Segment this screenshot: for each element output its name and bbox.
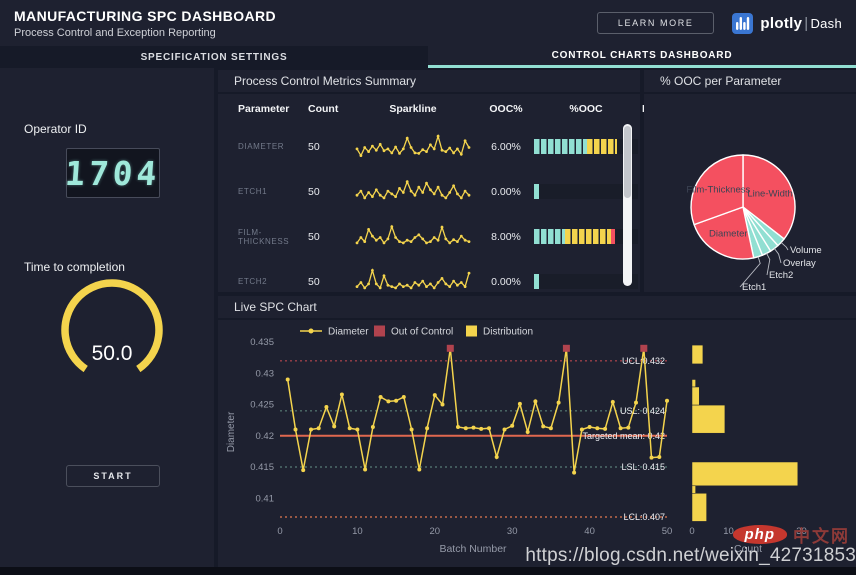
metrics-summary-panel: Process Control Metrics Summary Paramete… (218, 70, 640, 292)
plotly-logo-icon (732, 13, 753, 34)
page-subtitle: Process Control and Exception Reporting (14, 27, 276, 39)
brand-name: plotly|Dash (760, 15, 842, 32)
ooc-pie-panel: % OOC per Parameter Line-Width Volume Over… (644, 70, 856, 292)
count-value: 50 (308, 186, 344, 198)
bar-segment (534, 229, 565, 244)
sparkline-chart (351, 218, 475, 256)
table-header-row: Parameter Count Sparkline OOC% %OOC Pass… (218, 94, 640, 124)
svg-text:0.43: 0.43 (256, 368, 275, 379)
svg-text:Overlay: Overlay (783, 258, 816, 269)
parameter-name: FILM-THICKNESS (238, 228, 308, 246)
bar-segment (611, 229, 615, 244)
learn-more-button[interactable]: LEARN MORE (597, 12, 715, 34)
metrics-table: Parameter Count Sparkline OOC% %OOC Pass… (218, 94, 640, 304)
svg-text:Diameter: Diameter (709, 228, 748, 239)
table-row: DIAMETER 50 6.00% (218, 124, 640, 169)
svg-text:USL: 0.424: USL: 0.424 (620, 406, 665, 416)
table-row: FILM-THICKNESS 50 8.00% (218, 214, 640, 259)
ooc-pct-value: 0.00% (482, 276, 530, 288)
gauge-value: 50.0 (22, 342, 202, 366)
count-value: 50 (308, 276, 344, 288)
bar-segment (534, 139, 587, 154)
operator-id-label: Operator ID (24, 122, 87, 136)
tab-bar: SPECIFICATION SETTINGS CONTROL CHARTS DA… (0, 46, 856, 68)
operator-id-value: 1704 (64, 154, 162, 193)
tab-specification-settings[interactable]: SPECIFICATION SETTINGS (0, 46, 428, 68)
watermark: php 中文网 https://blog.csdn.net/weixin_427… (525, 522, 856, 567)
quick-stats-panel: Operator ID 1704 Time to completion 50.0… (0, 68, 214, 567)
bar-segment (534, 274, 539, 289)
svg-text:0.435: 0.435 (250, 337, 274, 348)
svg-text:30: 30 (507, 526, 518, 537)
svg-text:Diameter: Diameter (328, 327, 369, 338)
svg-text:20: 20 (430, 526, 441, 537)
svg-text:Etch2: Etch2 (769, 270, 793, 281)
count-value: 50 (308, 231, 344, 243)
start-button[interactable]: START (66, 465, 160, 487)
svg-text:0.41: 0.41 (256, 493, 275, 504)
php-logo-icon: php (733, 525, 788, 544)
count-value: 50 (308, 141, 344, 153)
col-ooc-pct: OOC% (482, 103, 530, 115)
svg-text:Distribution: Distribution (483, 327, 533, 338)
ooc-pct-value: 0.00% (482, 186, 530, 198)
svg-text:0.425: 0.425 (250, 400, 274, 411)
progress-gauge (22, 268, 202, 388)
app-banner: MANUFACTURING SPC DASHBOARD Process Cont… (0, 0, 856, 46)
bar-segment (534, 184, 539, 199)
sparkline-chart (351, 263, 475, 301)
watermark-url: https://blog.csdn.net/weixin_42731853 (525, 545, 856, 567)
svg-text:10: 10 (352, 526, 363, 537)
parameter-name: ETCH2 (238, 277, 308, 286)
ooc-pie-chart: Line-Width Volume OverlayEtch2Etch1 Diamete… (644, 94, 856, 292)
tab-control-charts-dashboard[interactable]: CONTROL CHARTS DASHBOARD (428, 46, 856, 68)
svg-text:0.42: 0.42 (256, 431, 275, 442)
col-count: Count (308, 103, 344, 115)
parameter-name: ETCH1 (238, 187, 308, 196)
ooc-pct-value: 8.00% (482, 231, 530, 243)
bottom-strip (0, 567, 856, 575)
svg-text:Batch Number: Batch Number (439, 543, 507, 555)
banner-titles: MANUFACTURING SPC DASHBOARD Process Cont… (14, 8, 276, 39)
sparkline-chart (351, 128, 475, 166)
metrics-panel-title: Process Control Metrics Summary (218, 70, 640, 94)
svg-text:LSL: 0.415: LSL: 0.415 (621, 462, 665, 472)
svg-text:Diameter: Diameter (226, 411, 237, 452)
spc-panel-title: Live SPC Chart (218, 296, 856, 320)
ooc-pct-value: 6.00% (482, 141, 530, 153)
pie-panel-title: % OOC per Parameter (644, 70, 856, 94)
table-scrollbar[interactable] (623, 124, 632, 286)
table-row: ETCH1 50 0.00% (218, 169, 640, 214)
plotly-dash-logo[interactable]: plotly|Dash (732, 13, 842, 34)
col-pct-ooc: %OOC (530, 103, 642, 115)
scrollbar-thumb[interactable] (624, 126, 631, 198)
svg-text:LCL:0.407: LCL:0.407 (623, 512, 665, 522)
svg-text:Targeted mean: 0.42: Targeted mean: 0.42 (582, 431, 665, 441)
sparkline-chart (351, 173, 475, 211)
php-cn-label: 中文网 (793, 522, 850, 547)
svg-text:0: 0 (277, 526, 282, 537)
svg-text:UCL:0.432: UCL:0.432 (622, 356, 665, 366)
svg-text:Volume: Volume (790, 245, 822, 256)
col-parameter: Parameter (238, 103, 308, 115)
svg-text:Film-Thickness: Film-Thickness (686, 185, 750, 196)
operator-id-display[interactable]: 1704 (66, 148, 160, 198)
page-title: MANUFACTURING SPC DASHBOARD (14, 8, 276, 24)
bar-segment (587, 139, 617, 154)
svg-text:0.415: 0.415 (250, 462, 274, 473)
svg-text:Etch1: Etch1 (742, 282, 766, 292)
parameter-name: DIAMETER (238, 142, 308, 151)
svg-text:Line-Width: Line-Width (747, 189, 792, 200)
bar-segment (565, 229, 611, 244)
col-sparkline: Sparkline (344, 103, 482, 115)
svg-text:Out of Control: Out of Control (391, 327, 453, 338)
